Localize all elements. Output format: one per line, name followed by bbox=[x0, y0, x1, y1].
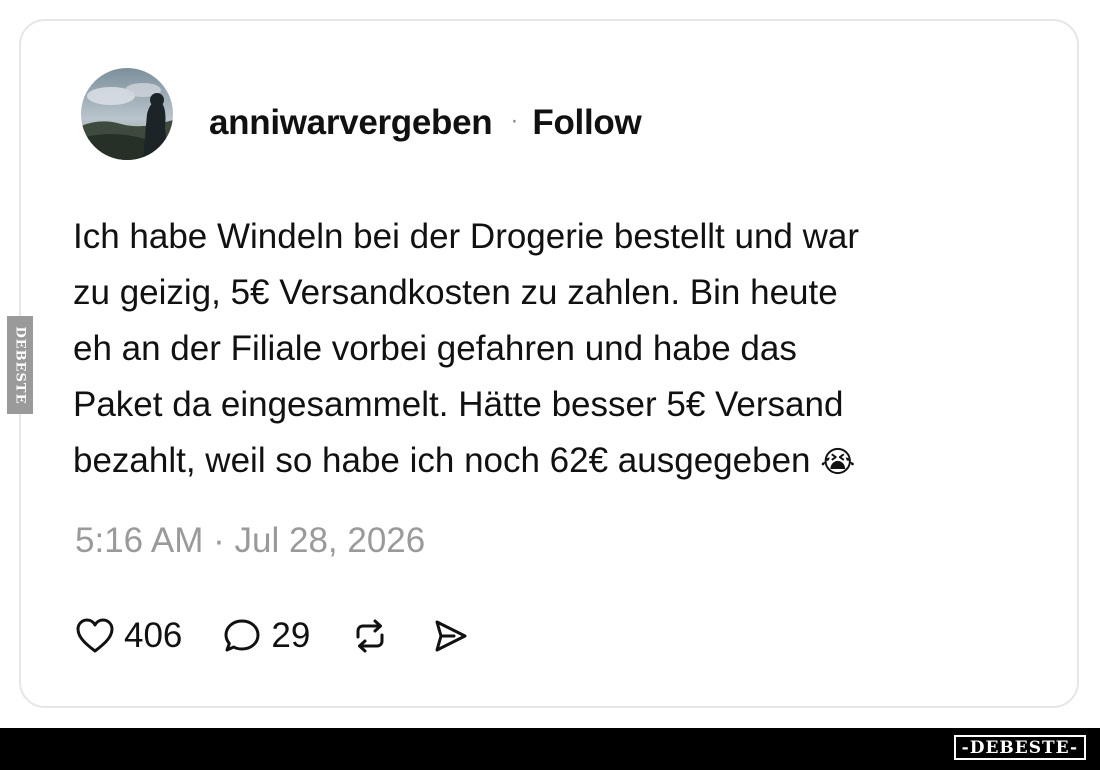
repost-icon bbox=[356, 619, 384, 653]
crying-face-emoji: 😭 bbox=[820, 445, 856, 480]
post-text-line: Paket da eingesammelt. Hätte besser 5€ V… bbox=[73, 385, 844, 424]
post-header: anniwarvergeben · Follow bbox=[209, 99, 642, 147]
side-watermark: DEBESTE bbox=[7, 316, 33, 414]
post-text-line: zu geizig, 5€ Versandkosten zu zahlen. B… bbox=[73, 273, 838, 312]
share-send-icon bbox=[435, 620, 467, 652]
post-text-line: Ich habe Windeln bei der Drogerie bestel… bbox=[73, 217, 859, 256]
heart-icon bbox=[76, 618, 114, 653]
post-timestamp[interactable]: 5:16 AM · Jul 28, 2026 bbox=[75, 521, 425, 561]
post-card: anniwarvergeben · Follow Ich habe Windel… bbox=[19, 19, 1079, 708]
watermark-logo-text: -DEBESTE- bbox=[961, 737, 1078, 758]
share-button[interactable] bbox=[430, 617, 470, 655]
follow-button[interactable]: Follow bbox=[532, 103, 641, 143]
like-button[interactable]: 406 bbox=[75, 616, 182, 656]
post-text-line: bezahlt, weil so habe ich noch 62€ ausge… bbox=[73, 441, 811, 480]
post-text: Ich habe Windeln bei der Drogerie bestel… bbox=[73, 209, 1033, 491]
side-watermark-text: DEBESTE bbox=[12, 325, 28, 405]
avatar[interactable] bbox=[81, 68, 173, 160]
username[interactable]: anniwarvergeben bbox=[209, 103, 493, 143]
comment-count: 29 bbox=[271, 616, 311, 655]
avatar-image bbox=[81, 68, 173, 160]
repost-button[interactable] bbox=[350, 617, 390, 655]
speech-bubble-icon bbox=[224, 619, 260, 652]
comment-button[interactable]: 29 bbox=[222, 616, 310, 656]
action-bar: 406 29 bbox=[75, 611, 510, 661]
like-count: 406 bbox=[124, 616, 183, 655]
header-separator: · bbox=[510, 107, 519, 134]
post-text-line-last: bezahlt, weil so habe ich noch 62€ ausge… bbox=[73, 433, 1033, 491]
footer-bar: -DEBESTE- bbox=[0, 728, 1100, 770]
watermark-logo: -DEBESTE- bbox=[953, 735, 1086, 760]
post-text-line: eh an der Filiale vorbei gefahren und ha… bbox=[73, 329, 797, 368]
